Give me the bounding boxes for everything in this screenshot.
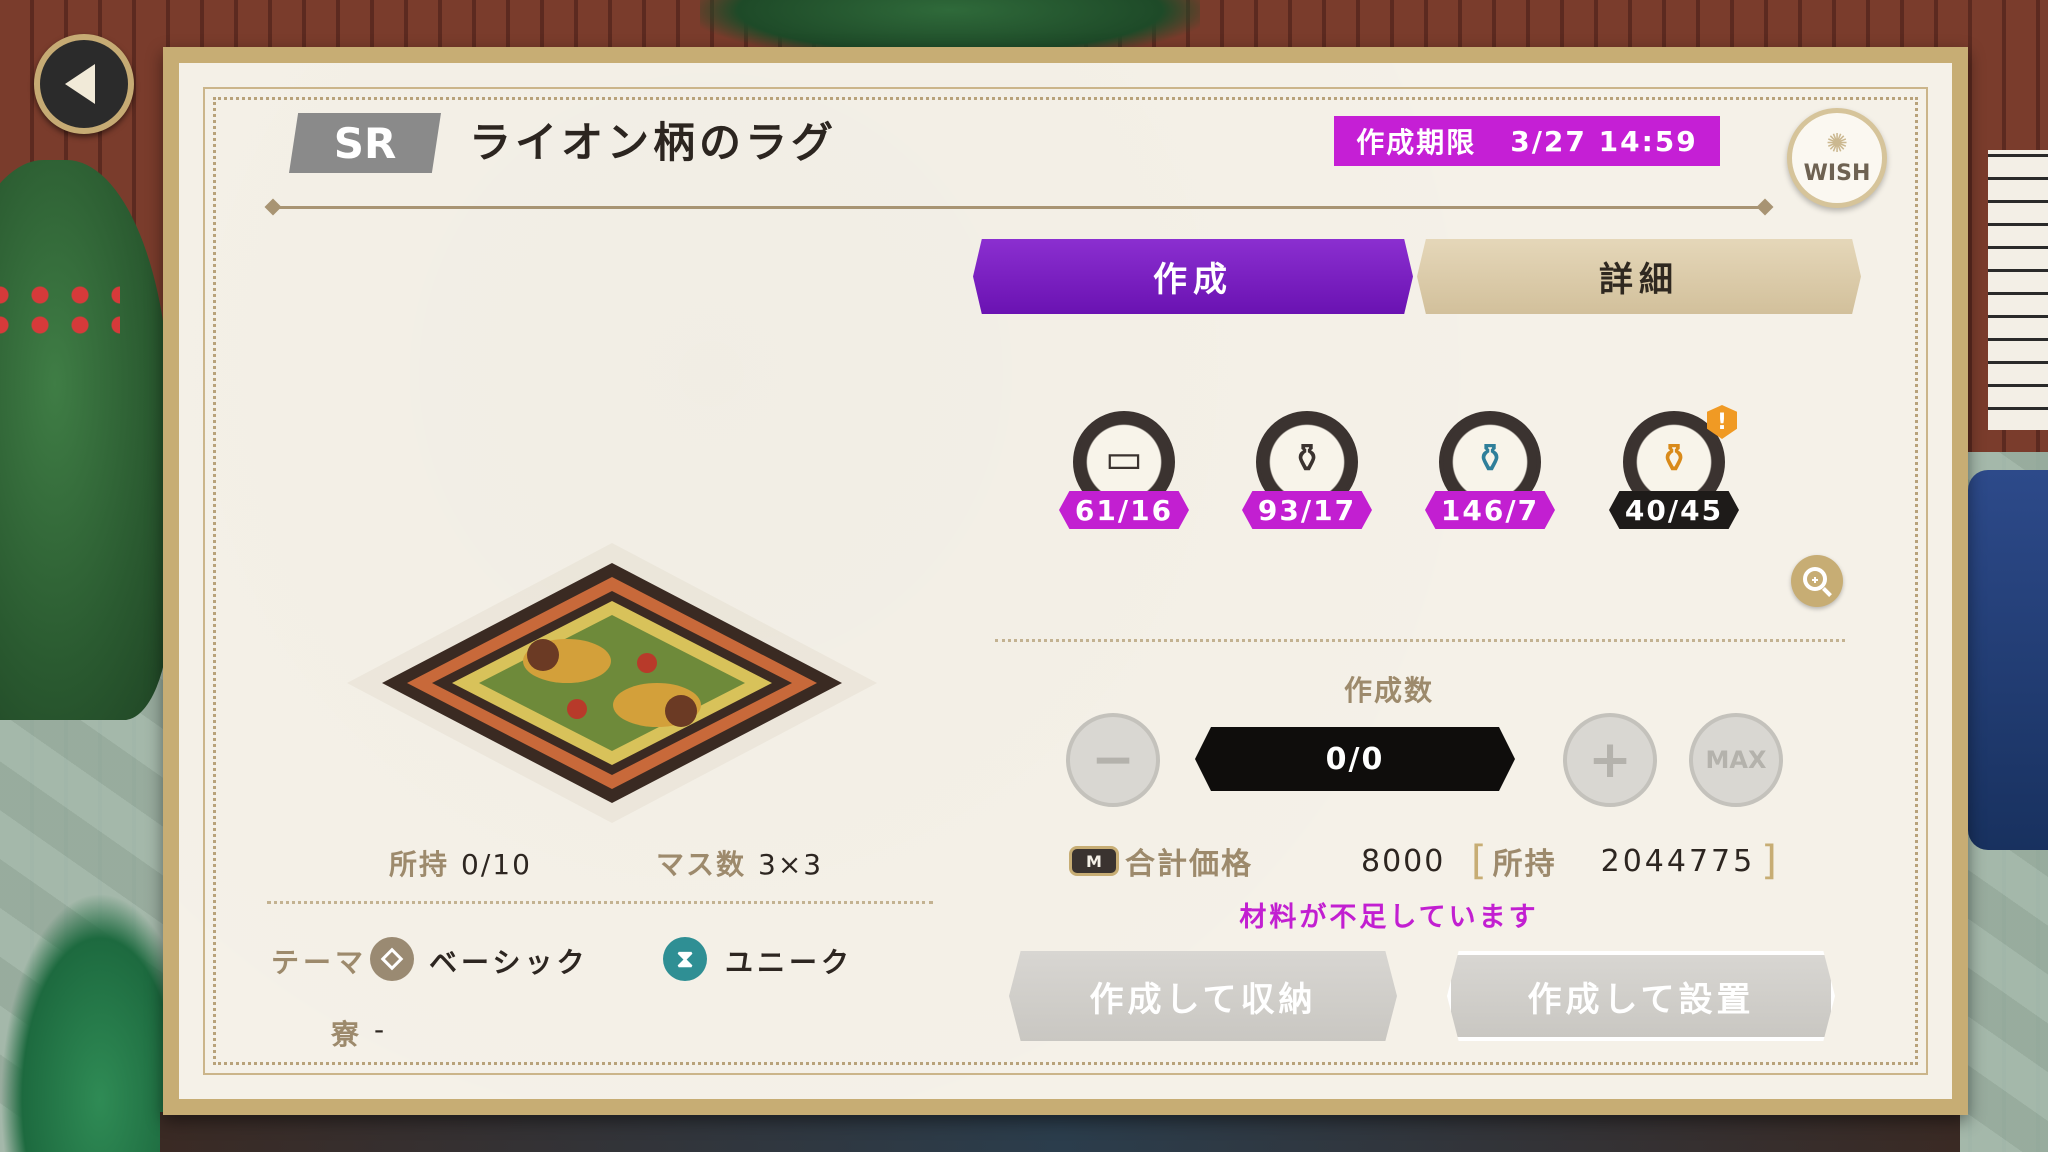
owned-money-label: 所持: [1492, 847, 1557, 882]
basic-theme-icon: [370, 937, 414, 981]
craft-divider: [995, 639, 1845, 642]
deadline-value: 3/27 14:59: [1510, 124, 1698, 158]
owned-money-value: 2044775: [1600, 843, 1756, 879]
total-price-label: 合計価格: [1125, 847, 1253, 882]
dorm-label: 寮: [331, 1018, 360, 1051]
craft-and-store-button[interactable]: 作成して収納: [1009, 951, 1397, 1041]
price-row: M 合計価格 8000 [ 所持 2044775 ]: [1069, 838, 1777, 884]
header-divider: [271, 206, 1767, 209]
wish-label: WISH: [1803, 160, 1871, 186]
material-slot[interactable]: ⚱ ! 40/45: [1609, 405, 1739, 551]
deadline-label: 作成期限: [1356, 126, 1477, 159]
sparkle-icon: ✺: [1826, 128, 1848, 159]
material-count: 146/7: [1425, 491, 1555, 529]
background-furniture: [1968, 470, 2048, 850]
material-slot[interactable]: ▭ 61/16: [1059, 411, 1189, 551]
craft-and-place-button[interactable]: 作成して設置: [1447, 951, 1835, 1041]
bracket-close: ]: [1761, 838, 1777, 884]
material-count: 61/16: [1059, 491, 1189, 529]
increase-button[interactable]: +: [1563, 713, 1657, 807]
craft-panel-inner: SR ライオン柄のラグ 作成期限 3/27 14:59 ✺ WISH 作成 詳細: [179, 63, 1952, 1099]
theme-value: ベーシック: [429, 946, 589, 979]
theme-label: テーマ: [271, 946, 368, 979]
background-floor-edge: [160, 1112, 1960, 1152]
currency-icon: M: [1069, 846, 1119, 876]
unique-value: ユニーク: [725, 946, 854, 979]
back-arrow-icon: [65, 64, 95, 104]
grid-size-value: 3×3: [758, 848, 824, 881]
tab-create[interactable]: 作成: [973, 239, 1413, 314]
owned-count: 所持 0/10: [389, 843, 532, 883]
item-title: ライオン柄のラグ: [469, 118, 838, 167]
rug-preview-image: [347, 543, 877, 823]
rarity-badge: SR: [289, 113, 441, 173]
craft-count-label: 作成数: [1343, 674, 1434, 707]
material-slot[interactable]: ⚱ 93/17: [1242, 411, 1372, 551]
decrease-button[interactable]: −: [1066, 713, 1160, 807]
background-window: [1988, 150, 2048, 430]
grid-size-label: マス数: [656, 848, 747, 881]
insufficient-materials-warning: 材料が不足しています: [1239, 902, 1539, 933]
dorm-value: -: [374, 1013, 385, 1046]
max-button[interactable]: MAX: [1689, 713, 1783, 807]
material-slot[interactable]: ⚱ 146/7: [1425, 411, 1555, 551]
wish-button[interactable]: ✺ WISH: [1787, 108, 1887, 208]
tab-detail[interactable]: 詳細: [1417, 239, 1861, 314]
owned-value: 0/10: [461, 848, 532, 881]
total-price-value: 8000: [1361, 843, 1446, 879]
material-count: 40/45: [1609, 491, 1739, 529]
unique-hourglass-icon: ⧗: [663, 937, 707, 981]
zoom-button[interactable]: [1791, 555, 1843, 607]
deadline-banner: 作成期限 3/27 14:59: [1334, 116, 1720, 166]
owned-label: 所持: [389, 848, 450, 881]
material-count: 93/17: [1242, 491, 1372, 529]
back-button[interactable]: [34, 34, 134, 134]
craft-count-display: 0/0: [1195, 727, 1515, 791]
bracket-open: [: [1471, 838, 1487, 884]
info-divider: [267, 901, 933, 904]
craft-panel: SR ライオン柄のラグ 作成期限 3/27 14:59 ✺ WISH 作成 詳細: [163, 47, 1968, 1115]
grid-size: マス数 3×3: [656, 843, 823, 883]
